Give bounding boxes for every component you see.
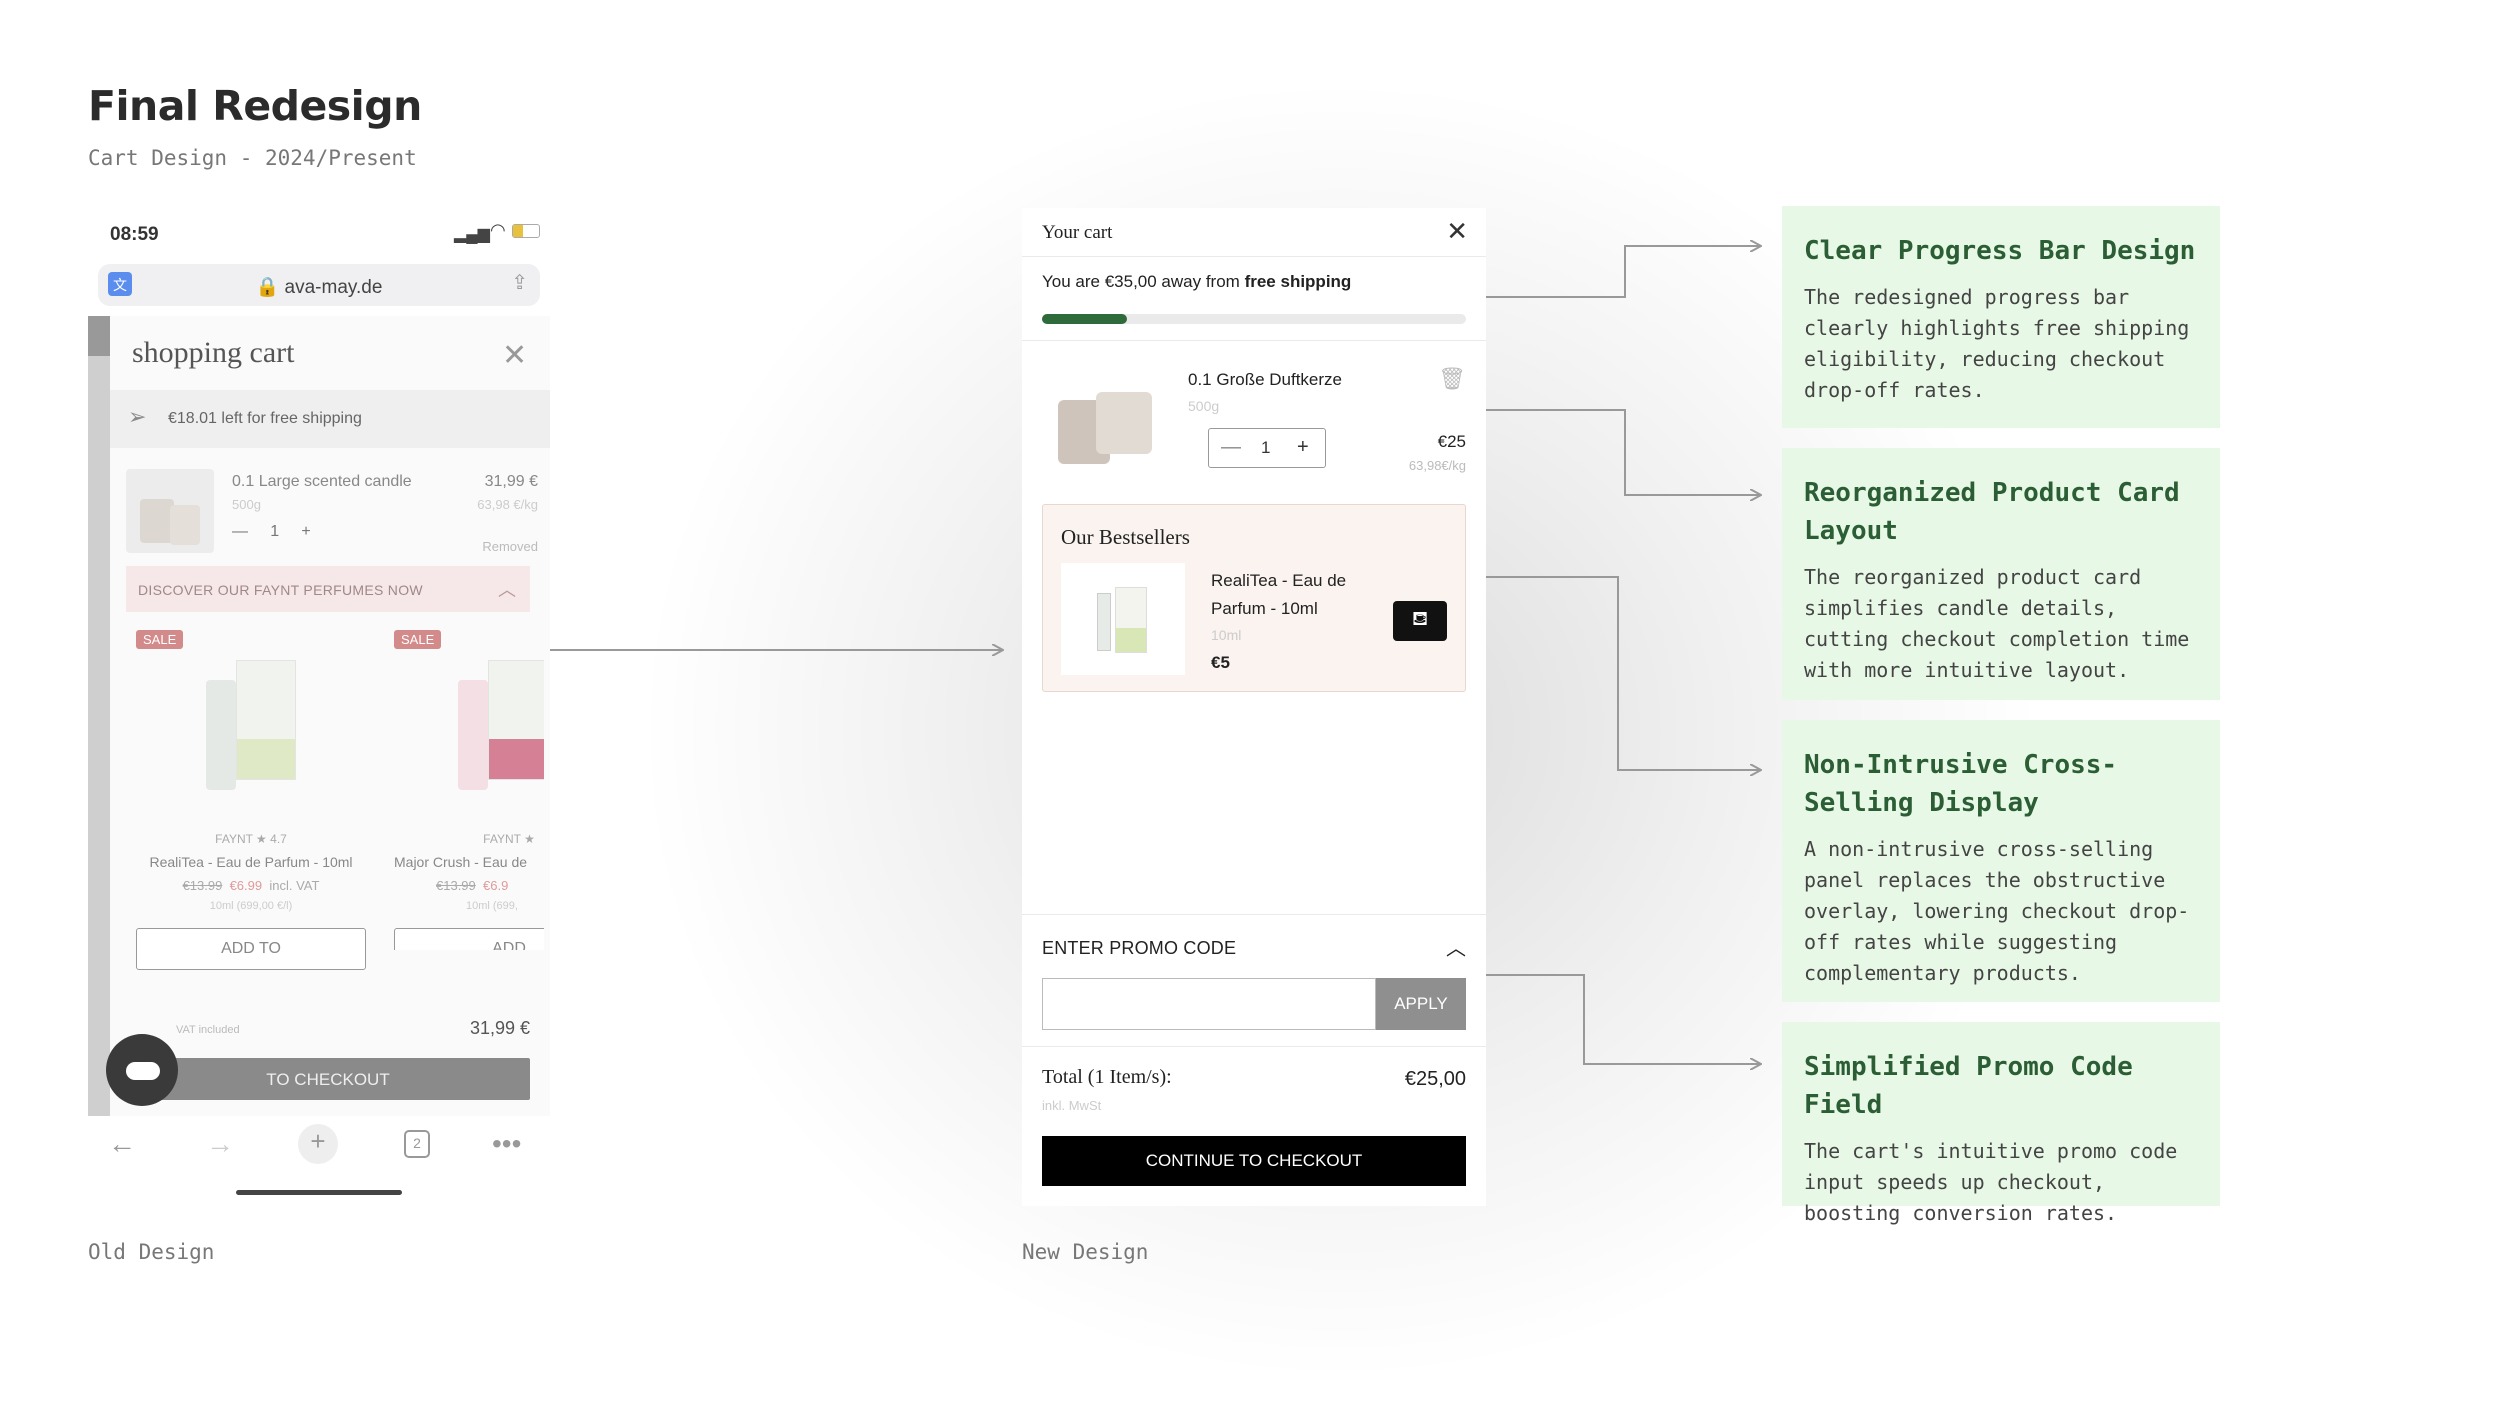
note-cross-selling: Non-Intrusive Cross-Selling Display A no…: [1782, 720, 2220, 1002]
note-promo-code: Simplified Promo Code Field The cart's i…: [1782, 1022, 2220, 1225]
note-title: Reorganized Product Card Layout: [1804, 478, 2180, 546]
arrow-product-note: [1486, 409, 1760, 495]
note-body: The reorganized product card simplifies …: [1804, 565, 2190, 682]
note-title: Non-Intrusive Cross-Selling Display: [1804, 750, 2118, 818]
arrow-crosssell-note: [1486, 576, 1760, 770]
note-body: The redesigned progress bar clearly high…: [1804, 285, 2190, 402]
note-product-card: Reorganized Product Card Layout The reor…: [1782, 448, 2220, 700]
note-title: Clear Progress Bar Design: [1804, 236, 2196, 266]
arrow-promo-note: [1486, 974, 1760, 1064]
note-body: A non-intrusive cross-selling panel repl…: [1804, 837, 2190, 985]
note-progress-bar: Clear Progress Bar Design The redesigned…: [1782, 206, 2220, 428]
arrow-progress-note: [1486, 246, 1760, 298]
note-title: Simplified Promo Code Field: [1804, 1052, 2133, 1120]
note-body: The cart's intuitive promo code input sp…: [1804, 1139, 2178, 1225]
